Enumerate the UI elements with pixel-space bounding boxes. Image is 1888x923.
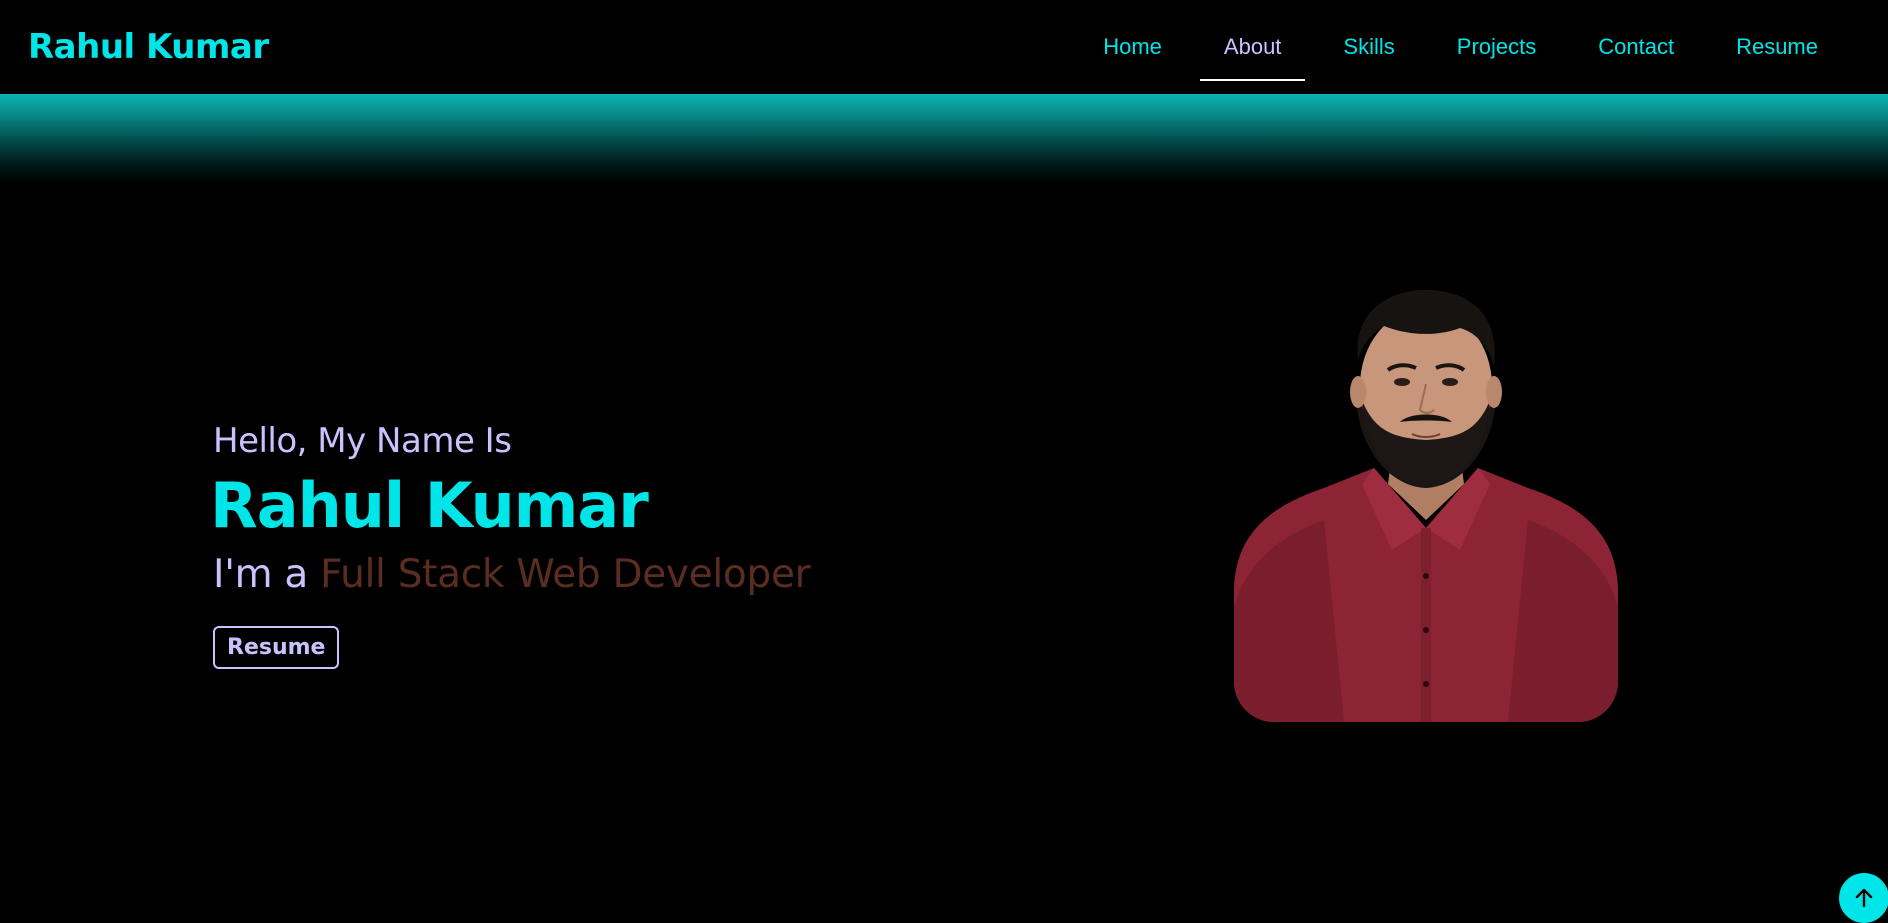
hero-name: Rahul Kumar [210, 469, 649, 542]
hero-role-line: I'm a Full Stack Web Developer [213, 542, 913, 608]
arrow-up-icon [1855, 888, 1873, 908]
brand-logo[interactable]: Rahul Kumar [28, 27, 269, 67]
navbar: Rahul Kumar Home About Skills Projects C… [0, 0, 1888, 94]
hero-intro: Hello, My Name Is Rahul Kumar I'm a Full… [210, 412, 913, 669]
scroll-to-top-button[interactable] [1839, 873, 1888, 923]
nav-link-about[interactable]: About [1199, 0, 1306, 94]
nav-links: Home About Skills Projects Contact Resum… [1065, 0, 1842, 94]
hero-greeting: Hello, My Name Is [213, 421, 512, 461]
header-glow-band [0, 94, 1888, 184]
profile-photo [1234, 288, 1618, 722]
nav-link-resume[interactable]: Resume [1712, 0, 1842, 94]
nav-link-projects[interactable]: Projects [1433, 0, 1560, 94]
resume-button[interactable]: Resume [213, 626, 340, 669]
nav-link-contact[interactable]: Contact [1574, 0, 1698, 94]
role-prefix: I'm a [213, 552, 321, 597]
role-text: Full Stack Web Developer [320, 552, 811, 597]
nav-link-skills[interactable]: Skills [1319, 0, 1418, 94]
nav-link-home[interactable]: Home [1079, 0, 1186, 94]
